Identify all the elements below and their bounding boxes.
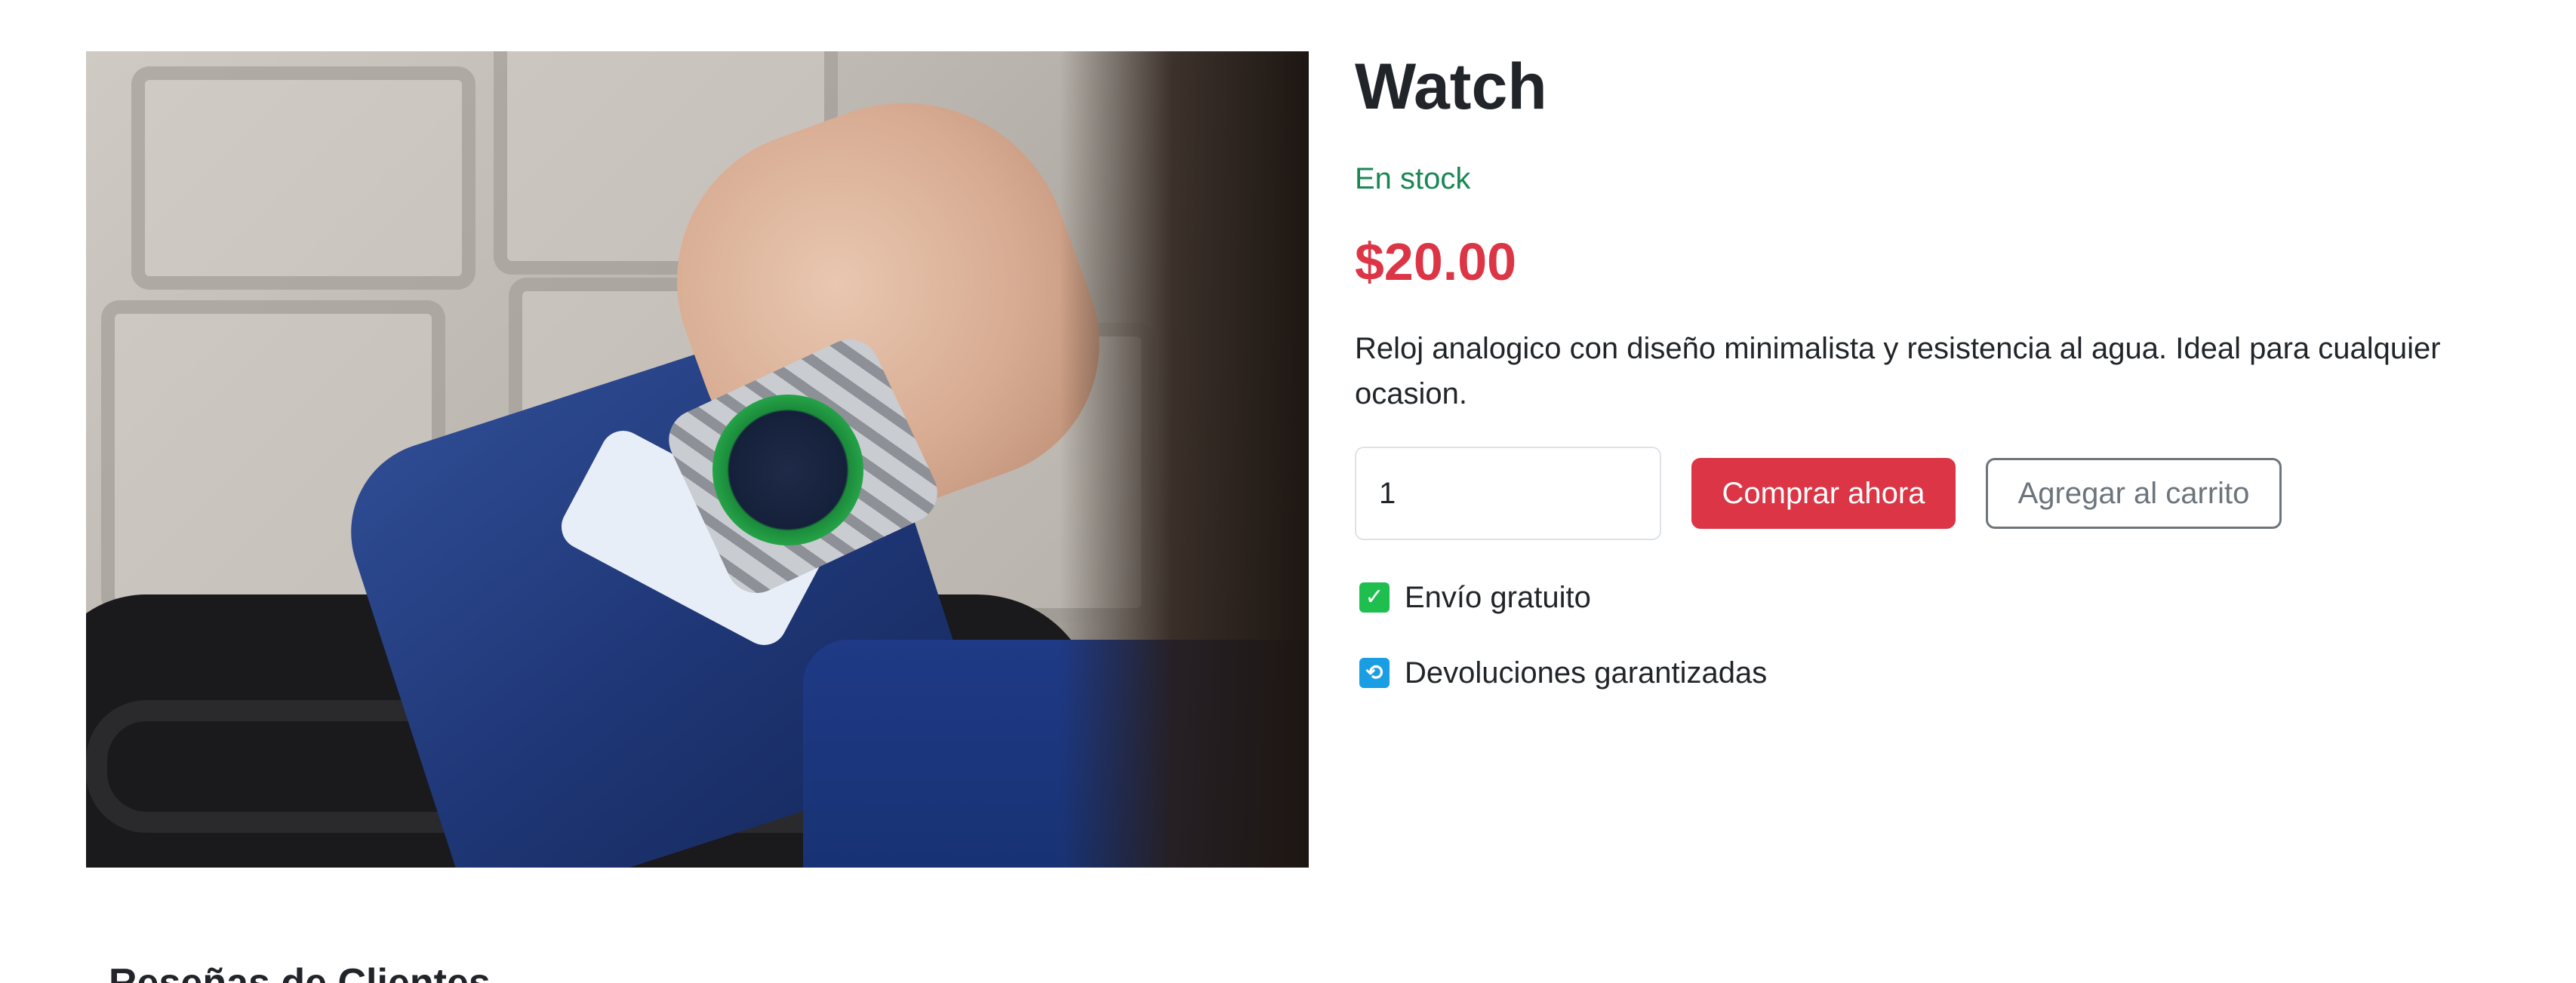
- quantity-input[interactable]: [1355, 447, 1661, 540]
- feature-guaranteed-returns: ⟲ Devoluciones garantizadas: [1355, 653, 2532, 693]
- reviews-heading: Reseñas de Clientes: [109, 961, 491, 983]
- feature-label: Devoluciones garantizadas: [1405, 656, 1768, 690]
- return-icon: ⟲: [1359, 658, 1390, 688]
- buy-now-button[interactable]: Comprar ahora: [1691, 458, 1956, 529]
- product-image: [86, 51, 1309, 868]
- stock-status: En stock: [1355, 162, 1471, 195]
- purchase-actions: Comprar ahora Agregar al carrito: [1355, 447, 2532, 540]
- feature-label: Envío gratuito: [1405, 581, 1591, 614]
- product-features: ✓ Envío gratuito ⟲ Devoluciones garantiz…: [1355, 578, 2532, 693]
- product-price: $20.00: [1355, 232, 1517, 291]
- add-to-cart-button[interactable]: Agregar al carrito: [1986, 458, 2282, 529]
- feature-free-shipping: ✓ Envío gratuito: [1355, 578, 2532, 617]
- product-title: Watch: [1355, 51, 1547, 123]
- check-icon: ✓: [1359, 582, 1390, 613]
- product-info: Watch En stock $20.00 Reloj analogico co…: [1355, 45, 2532, 729]
- product-description: Reloj analogico con diseño minimalista y…: [1355, 332, 2441, 410]
- product-page: Watch En stock $20.00 Reloj analogico co…: [0, 0, 2576, 983]
